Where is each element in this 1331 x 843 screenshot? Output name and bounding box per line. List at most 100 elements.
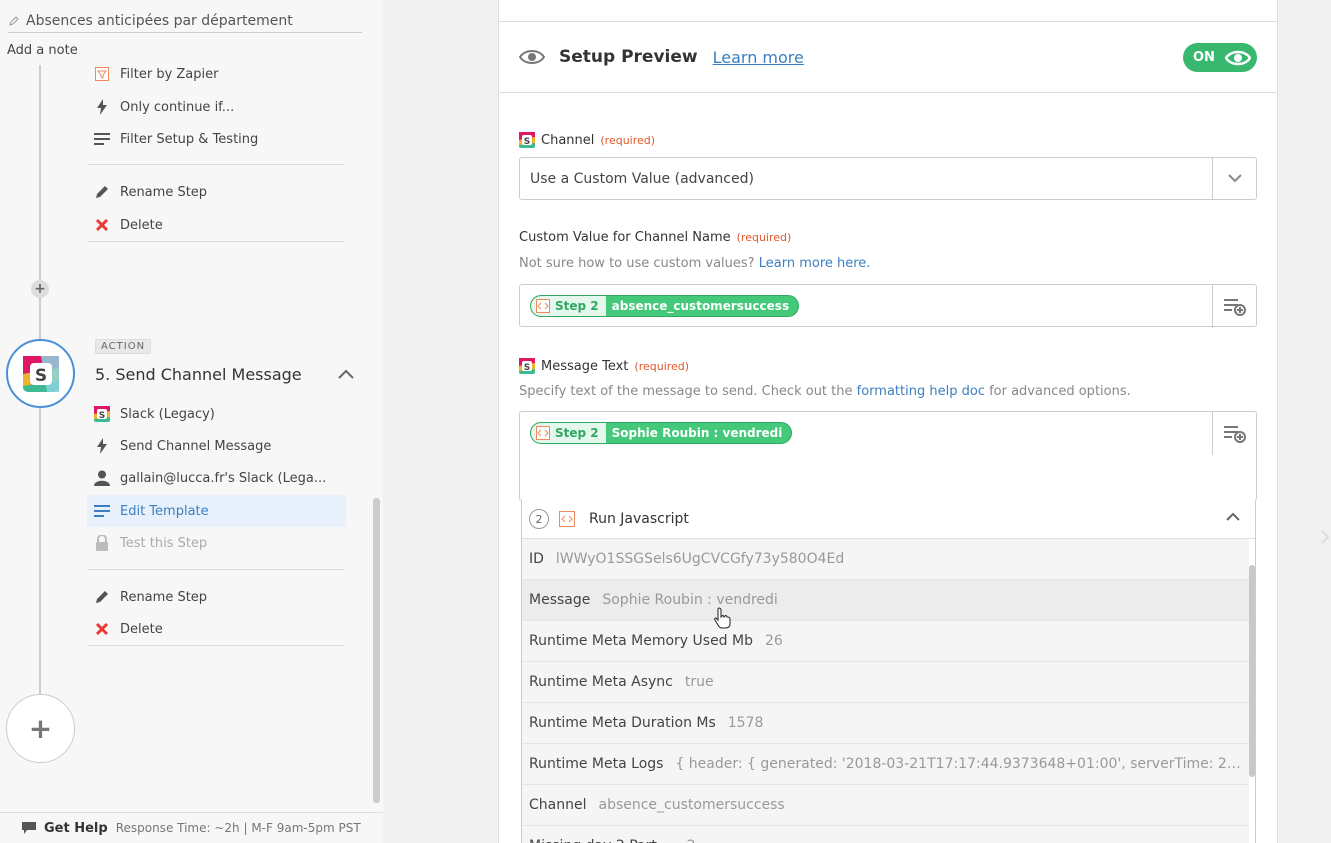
insert-field-icon — [1223, 425, 1246, 443]
sidebar-scrollbar[interactable] — [373, 498, 380, 803]
dropdown-step-title: Run Javascript — [589, 511, 689, 527]
hand-cursor-icon — [714, 607, 731, 629]
pill-value: absence_customersuccess — [611, 299, 790, 313]
message-help-before: Specify text of the message to send. Che… — [519, 384, 853, 399]
dropdown-option[interactable]: Runtime Meta Logs { header: { generated:… — [522, 744, 1249, 785]
insert-field-button[interactable] — [1212, 412, 1256, 455]
dropdown-option[interactable]: Runtime Meta Duration Ms 1578 — [522, 703, 1249, 744]
channel-select-value: Use a Custom Value (advanced) — [530, 170, 754, 187]
delete-step-button[interactable]: Delete — [94, 621, 163, 637]
message-text-input[interactable]: Step 2 Sophie Roubin : vendredi — [519, 411, 1257, 501]
chevron-up-icon[interactable] — [337, 367, 355, 381]
dropdown-step-header[interactable]: 2 Run Javascript — [522, 500, 1255, 539]
lock-icon — [94, 535, 110, 551]
svg-text:S: S — [99, 411, 105, 421]
required-marker: (required) — [736, 231, 792, 244]
setup-panel: Setup Preview Learn more ON S Channel (r… — [498, 0, 1278, 843]
sidebar-item-label: Filter by Zapier — [120, 66, 219, 82]
required-marker: (required) — [634, 359, 690, 373]
learn-more-link[interactable]: Learn more — [713, 48, 804, 67]
custom-value-help-text: Not sure how to use custom values? — [519, 256, 755, 271]
sidebar-item-test-step[interactable]: Test this Step — [94, 535, 207, 551]
chevron-right-icon — [1321, 530, 1329, 544]
option-key: Channel — [529, 797, 587, 813]
channel-select[interactable]: Use a Custom Value (advanced) — [519, 157, 1257, 200]
pill-step: Step 2 — [531, 423, 606, 443]
option-key: Runtime Meta Logs — [529, 756, 664, 772]
svg-text:S: S — [34, 366, 46, 386]
sidebar-item-label: Test this Step — [120, 535, 208, 551]
slack-icon: S — [519, 132, 535, 148]
delete-step-button[interactable]: Delete — [94, 217, 163, 233]
step-token-pill[interactable]: Step 2 Sophie Roubin : vendredi — [530, 422, 793, 444]
dropdown-scrollbar[interactable] — [1249, 565, 1255, 777]
slack-step-circle[interactable]: S — [6, 339, 75, 408]
chevron-up-icon[interactable] — [1225, 510, 1241, 522]
dropdown-option[interactable]: Message Sophie Roubin : vendredi — [522, 580, 1249, 621]
pencil-icon — [94, 184, 110, 200]
delete-step-label: Delete — [120, 217, 163, 233]
dropdown-option[interactable]: ID lWWyO1SSGSels6UgCVCGfy73y580O4Ed — [522, 539, 1249, 580]
preview-toggle[interactable]: ON — [1183, 43, 1257, 72]
add-note-link[interactable]: Add a note — [7, 43, 78, 58]
sidebar-item-only-continue[interactable]: Only continue if... — [94, 99, 234, 115]
insert-field-button[interactable] — [1212, 285, 1256, 328]
setup-preview-header: Setup Preview Learn more ON — [499, 22, 1277, 93]
dropdown-option[interactable]: Runtime Meta Memory Used Mb 26 — [522, 621, 1249, 662]
zap-title-field[interactable]: Absences anticipées par département — [8, 10, 362, 33]
pencil-icon — [9, 16, 19, 26]
sidebar-item-edit-template[interactable]: Edit Template — [94, 503, 209, 519]
response-time-text: Response Time: ~2h | M-F 9am-5pm PST — [115, 821, 361, 835]
option-key: Runtime Meta Duration Ms — [529, 715, 716, 731]
divider — [88, 241, 345, 242]
panel-top-strip — [499, 0, 1277, 22]
option-value: 2 — [687, 838, 696, 843]
pill-step: Step 2 — [531, 296, 606, 316]
sidebar-item-filter-by-zapier[interactable]: Filter by Zapier — [94, 66, 218, 82]
step-title[interactable]: 5. Send Channel Message — [95, 365, 302, 384]
custom-value-input[interactable]: Step 2 absence_customersuccess — [519, 284, 1257, 328]
rename-step-label: Rename Step — [120, 184, 208, 200]
option-key: Runtime Meta Async — [529, 674, 673, 690]
custom-value-label: Custom Value for Channel Name (required) — [519, 230, 791, 245]
get-help-label: Get Help — [44, 820, 108, 836]
dropdown-option[interactable]: Channel absence_customersuccess — [522, 785, 1249, 826]
chevron-down-icon — [1227, 174, 1242, 183]
dropdown-option[interactable]: Runtime Meta Async true — [522, 662, 1249, 703]
zap-title-text: Absences anticipées par département — [26, 13, 293, 29]
action-badge: ACTION — [95, 339, 152, 354]
sidebar-item-label: Send Channel Message — [120, 438, 272, 454]
user-icon — [94, 470, 110, 486]
custom-value-label-text: Custom Value for Channel Name — [519, 230, 731, 245]
learn-more-here-link[interactable]: Learn more here. — [759, 256, 871, 271]
option-key: Runtime Meta Memory Used Mb — [529, 633, 753, 649]
field-picker-dropdown: 2 Run Javascript ID lWWyO1SSGSels6UgCVCG… — [521, 500, 1256, 843]
pencil-icon — [94, 589, 110, 605]
option-value: 26 — [764, 633, 783, 649]
bolt-icon — [94, 99, 110, 115]
option-key: ID — [529, 551, 544, 567]
divider — [88, 569, 345, 570]
pill-value: Sophie Roubin : vendredi — [611, 426, 783, 440]
sidebar-item-label: gallain@lucca.fr's Slack (Lega... — [120, 470, 327, 486]
add-step-small-button[interactable]: + — [31, 280, 49, 298]
svg-text:S: S — [524, 363, 530, 373]
sidebar-item-slack-app[interactable]: S Slack (Legacy) — [94, 406, 215, 422]
get-help-bar[interactable]: Get Help Response Time: ~2h | M-F 9am-5p… — [0, 812, 383, 843]
add-step-button[interactable]: + — [6, 694, 75, 763]
sidebar-item-account[interactable]: gallain@lucca.fr's Slack (Lega... — [94, 470, 326, 486]
channel-select-arrow[interactable] — [1212, 158, 1256, 199]
step-token-pill[interactable]: Step 2 absence_customersuccess — [530, 295, 800, 317]
slack-logo-icon: S — [22, 355, 59, 392]
sidebar-item-filter-setup[interactable]: Filter Setup & Testing — [94, 131, 258, 147]
eye-icon — [519, 50, 545, 64]
rename-step-button[interactable]: Rename Step — [94, 184, 207, 200]
sidebar-item-action-event[interactable]: Send Channel Message — [94, 438, 271, 454]
custom-value-help: Not sure how to use custom values? Learn… — [519, 256, 870, 271]
sidebar-item-label: Only continue if... — [120, 99, 235, 115]
dropdown-option[interactable]: Missing day 2 Part ... 2 — [522, 826, 1249, 843]
formatting-help-link[interactable]: formatting help doc — [857, 384, 985, 399]
toggle-label: ON — [1193, 50, 1215, 65]
message-help-after: for advanced options. — [989, 384, 1131, 399]
rename-step-button[interactable]: Rename Step — [94, 589, 207, 605]
